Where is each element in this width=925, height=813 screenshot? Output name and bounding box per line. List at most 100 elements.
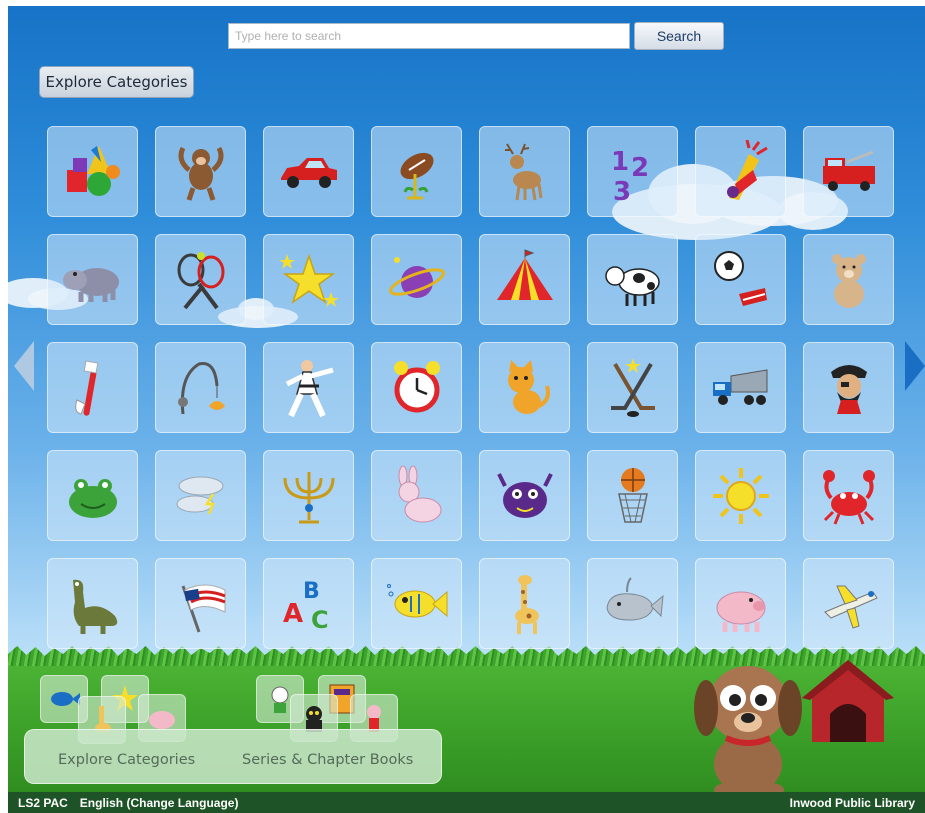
category-tile[interactable] bbox=[587, 450, 678, 541]
library-name: Inwood Public Library bbox=[789, 795, 915, 810]
category-tile[interactable] bbox=[479, 450, 570, 541]
menorah-icon bbox=[283, 471, 334, 523]
deer-icon bbox=[504, 142, 542, 200]
svg-text:3: 3 bbox=[613, 177, 631, 204]
fish-icon bbox=[386, 583, 447, 617]
airplane-icon bbox=[823, 585, 878, 629]
category-tile[interactable] bbox=[695, 126, 786, 217]
category-tile[interactable] bbox=[263, 234, 354, 325]
karate-icon bbox=[285, 359, 334, 417]
monkey-icon bbox=[178, 146, 223, 201]
svg-text:1: 1 bbox=[611, 147, 629, 177]
crab-icon bbox=[822, 469, 875, 525]
monster-icon bbox=[496, 472, 553, 518]
category-tile[interactable] bbox=[47, 126, 138, 217]
app-canvas: Search Explore Categories bbox=[8, 6, 925, 813]
fire-truck-icon bbox=[822, 150, 875, 191]
flag-icon bbox=[181, 584, 226, 632]
abc-icon: B A C bbox=[283, 579, 329, 634]
numbers-icon: 1 2 3 bbox=[611, 147, 649, 204]
category-tile[interactable] bbox=[803, 126, 894, 217]
category-tile[interactable] bbox=[695, 234, 786, 325]
category-tile[interactable] bbox=[155, 126, 246, 217]
giraffe-icon bbox=[514, 574, 539, 634]
planet-icon bbox=[388, 256, 445, 298]
category-tile[interactable] bbox=[47, 234, 138, 325]
series-chapter-books-link[interactable]: Series & Chapter Books bbox=[242, 752, 413, 768]
category-tile[interactable]: 1 2 3 bbox=[587, 126, 678, 217]
search-input[interactable] bbox=[228, 23, 630, 49]
category-tile[interactable] bbox=[47, 450, 138, 541]
explore-categories-button[interactable]: Explore Categories bbox=[39, 66, 194, 98]
category-tile[interactable] bbox=[47, 558, 138, 649]
fishing-rod-icon bbox=[177, 361, 225, 414]
category-tile[interactable] bbox=[371, 126, 462, 217]
sun-icon bbox=[712, 467, 769, 524]
teddy-bear-icon bbox=[831, 253, 866, 308]
football-icon bbox=[399, 152, 434, 199]
hockey-icon bbox=[610, 357, 655, 417]
category-tile[interactable] bbox=[479, 126, 570, 217]
stars-icon bbox=[278, 253, 339, 307]
category-tile[interactable] bbox=[803, 234, 894, 325]
category-tile[interactable] bbox=[155, 450, 246, 541]
category-tile[interactable] bbox=[695, 450, 786, 541]
tennis-rackets-icon bbox=[177, 251, 224, 309]
hippo-icon bbox=[62, 267, 119, 302]
svg-text:C: C bbox=[311, 606, 329, 634]
category-tile[interactable] bbox=[155, 558, 246, 649]
category-tile[interactable] bbox=[695, 558, 786, 649]
svg-text:2: 2 bbox=[631, 153, 649, 183]
basketball-icon bbox=[617, 467, 648, 523]
svg-text:B: B bbox=[303, 579, 320, 604]
fireworks-icon bbox=[726, 139, 768, 200]
category-tile[interactable] bbox=[479, 342, 570, 433]
category-grid: 1 2 3 B A C bbox=[47, 126, 894, 649]
puppy-mascot-icon bbox=[694, 666, 802, 797]
category-tile[interactable] bbox=[587, 234, 678, 325]
svg-text:A: A bbox=[283, 599, 303, 629]
bunny-icon bbox=[398, 465, 441, 522]
cat-icon bbox=[507, 359, 550, 414]
search-button[interactable]: Search bbox=[634, 22, 724, 50]
alarm-clock-icon bbox=[393, 360, 440, 412]
doghouse-icon bbox=[802, 660, 894, 742]
next-page-arrow-icon[interactable] bbox=[903, 339, 925, 393]
whale-icon bbox=[605, 576, 664, 621]
dinosaur-icon bbox=[72, 579, 117, 634]
pig-icon bbox=[716, 591, 765, 632]
category-tile[interactable] bbox=[587, 558, 678, 649]
category-tile[interactable] bbox=[803, 450, 894, 541]
category-tile[interactable] bbox=[371, 342, 462, 433]
explore-categories-link[interactable]: Explore Categories bbox=[58, 752, 195, 768]
category-tile[interactable] bbox=[803, 558, 894, 649]
category-tile[interactable] bbox=[371, 450, 462, 541]
app-name: LS2 PAC bbox=[18, 795, 68, 810]
pirate-icon bbox=[830, 364, 867, 414]
category-tile[interactable] bbox=[263, 126, 354, 217]
category-tile[interactable] bbox=[587, 342, 678, 433]
category-tile[interactable]: B A C bbox=[263, 558, 354, 649]
category-tile[interactable] bbox=[371, 234, 462, 325]
category-tile[interactable] bbox=[479, 558, 570, 649]
shapes-icon bbox=[66, 145, 120, 196]
car-icon bbox=[280, 157, 337, 188]
category-tile[interactable] bbox=[263, 450, 354, 541]
category-tile[interactable] bbox=[155, 234, 246, 325]
fish-icon bbox=[51, 692, 80, 706]
category-tile[interactable] bbox=[47, 342, 138, 433]
category-tile[interactable] bbox=[263, 342, 354, 433]
previous-page-arrow-icon[interactable] bbox=[12, 339, 36, 393]
category-tile[interactable] bbox=[803, 342, 894, 433]
footer-bar: LS2 PAC English (Change Language) Inwood… bbox=[8, 792, 925, 813]
category-tile[interactable] bbox=[695, 342, 786, 433]
dump-truck-icon bbox=[712, 368, 767, 405]
weather-icon bbox=[176, 476, 223, 514]
frog-icon bbox=[68, 478, 117, 518]
toothbrush-icon bbox=[74, 359, 98, 416]
category-tile[interactable] bbox=[155, 342, 246, 433]
category-tile[interactable] bbox=[371, 558, 462, 649]
category-tile[interactable] bbox=[479, 234, 570, 325]
change-language-link[interactable]: English (Change Language) bbox=[80, 796, 239, 810]
circus-tent-icon bbox=[496, 248, 553, 300]
